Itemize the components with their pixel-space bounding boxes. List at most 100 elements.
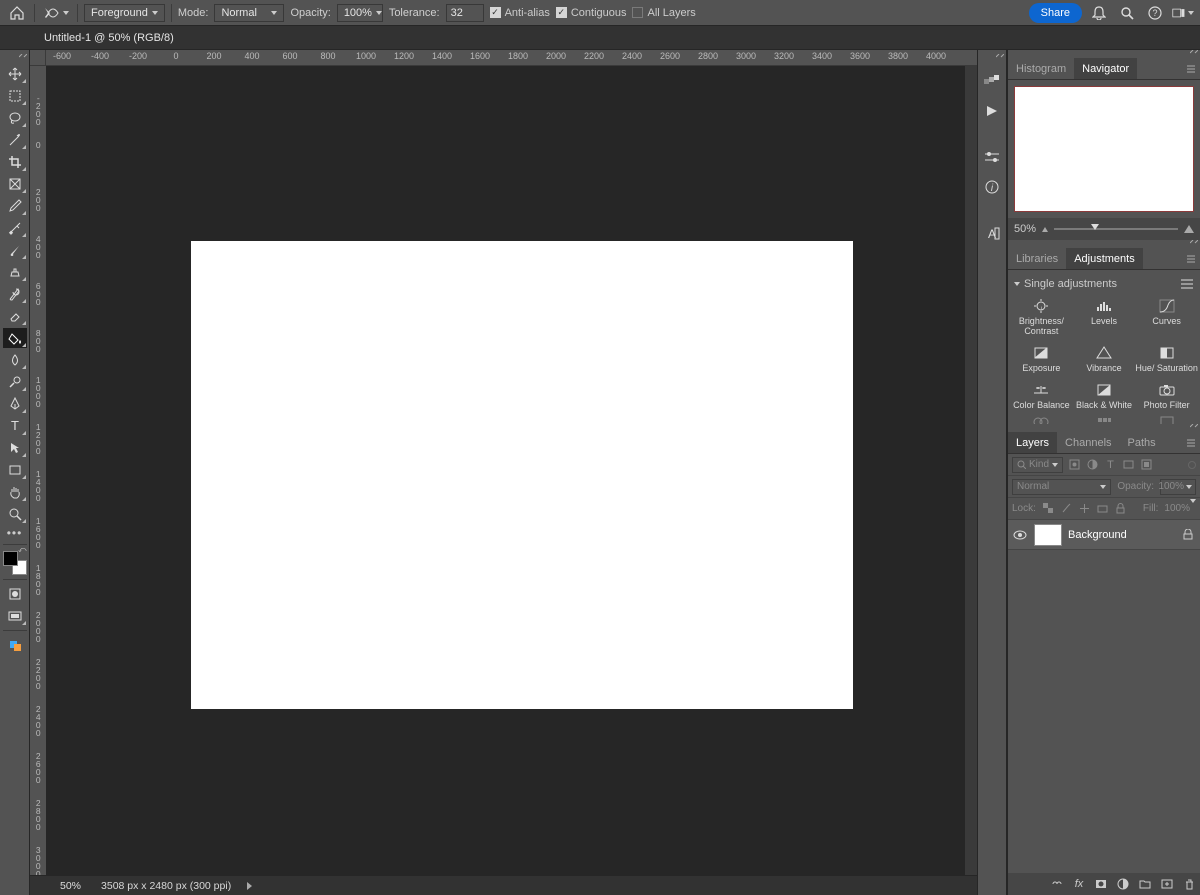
move-tool-icon[interactable]: [3, 64, 27, 84]
screen-mode-icon[interactable]: [3, 606, 27, 626]
frame-tool-icon[interactable]: [3, 174, 27, 194]
lock-position-icon[interactable]: [1078, 503, 1092, 514]
layer-mask-icon[interactable]: [1094, 877, 1108, 891]
all-layers-checkbox[interactable]: All Layers: [632, 7, 695, 19]
panel-menu-icon[interactable]: [1185, 438, 1197, 448]
swap-colors-icon[interactable]: ⤺: [18, 545, 27, 555]
contiguous-checkbox[interactable]: ✓ Contiguous: [556, 7, 627, 19]
history-brush-tool-icon[interactable]: [3, 284, 27, 304]
lock-transparency-icon[interactable]: [1042, 503, 1056, 514]
layer-filter-kind[interactable]: Kind: [1012, 457, 1063, 473]
panel-expand-icon[interactable]: [978, 54, 1006, 62]
adj-color-balance[interactable]: Color Balance: [1010, 383, 1073, 410]
antialias-checkbox[interactable]: ✓ Anti-alias: [490, 7, 550, 19]
fill-source-dropdown[interactable]: Foreground: [84, 4, 165, 22]
layer-opacity-input[interactable]: 100%: [1160, 479, 1196, 495]
panel-menu-icon[interactable]: [1185, 64, 1197, 74]
vertical-ruler[interactable]: - 2 0 002 0 04 0 06 0 08 0 01 0 0 01 2 0…: [30, 66, 46, 875]
opacity-input[interactable]: 100%: [337, 4, 383, 22]
layer-fx-icon[interactable]: fx: [1072, 877, 1086, 891]
edit-toolbar-icon[interactable]: •••: [3, 526, 27, 540]
tab-adjustments[interactable]: Adjustments: [1066, 248, 1143, 269]
quick-mask-icon[interactable]: [3, 584, 27, 604]
type-tool-icon[interactable]: T: [3, 416, 27, 436]
zoom-level[interactable]: 50%: [46, 880, 95, 892]
blend-mode-dropdown[interactable]: Normal: [214, 4, 284, 22]
zoom-slider[interactable]: [1054, 228, 1178, 230]
panel-menu-icon[interactable]: [1185, 254, 1197, 264]
rectangular-marquee-tool-icon[interactable]: [3, 86, 27, 106]
tab-paths[interactable]: Paths: [1120, 432, 1164, 453]
navigator-preview[interactable]: [1014, 86, 1194, 212]
zoom-out-icon[interactable]: [1042, 227, 1048, 232]
healing-brush-tool-icon[interactable]: [3, 218, 27, 238]
blend-mode-select[interactable]: Normal: [1012, 479, 1111, 495]
adj-black-white[interactable]: Black & White: [1073, 383, 1136, 410]
layers-empty-area[interactable]: [1008, 550, 1200, 873]
delete-layer-icon[interactable]: [1182, 877, 1196, 891]
lock-artboard-icon[interactable]: [1096, 503, 1110, 514]
link-layers-icon[interactable]: [1050, 877, 1064, 891]
paint-bucket-tool-icon[interactable]: [3, 328, 27, 348]
tolerance-input[interactable]: [446, 4, 484, 22]
eraser-tool-icon[interactable]: [3, 306, 27, 326]
visibility-eye-icon[interactable]: [1012, 530, 1028, 540]
adj-invert[interactable]: [1135, 416, 1198, 424]
document-tab[interactable]: Untitled-1 @ 50% (RGB/8): [30, 26, 188, 49]
filter-shape-icon[interactable]: [1121, 458, 1135, 472]
artboard[interactable]: [191, 241, 853, 709]
adj-color-lookup[interactable]: [1073, 416, 1136, 424]
new-layer-icon[interactable]: [1160, 877, 1174, 891]
zoom-in-icon[interactable]: [1184, 225, 1194, 233]
eyedropper-tool-icon[interactable]: [3, 196, 27, 216]
adj-brightness-contrast[interactable]: Brightness/ Contrast: [1010, 299, 1073, 336]
adj-levels[interactable]: Levels: [1073, 299, 1136, 336]
layer-fill-input[interactable]: 100%: [1164, 503, 1196, 514]
filter-toggle[interactable]: [1188, 461, 1196, 469]
new-adjustment-layer-icon[interactable]: [1116, 877, 1130, 891]
layer-lock-icon[interactable]: [1180, 529, 1196, 540]
adj-exposure[interactable]: Exposure: [1010, 346, 1073, 373]
canvas-area[interactable]: [46, 66, 965, 875]
chevron-down-icon[interactable]: [1014, 282, 1020, 286]
hand-tool-icon[interactable]: [3, 482, 27, 502]
tab-histogram[interactable]: Histogram: [1008, 58, 1074, 79]
adj-photo-filter[interactable]: Photo Filter: [1135, 383, 1198, 410]
help-icon[interactable]: ?: [1144, 2, 1166, 24]
panel-expand-icon[interactable]: [0, 54, 29, 62]
horizontal-ruler[interactable]: -600-400-2000200400600800100012001400160…: [30, 50, 977, 66]
new-group-icon[interactable]: [1138, 877, 1152, 891]
extras-tool-icon[interactable]: [3, 635, 27, 655]
adj-hue-saturation[interactable]: Hue/ Saturation: [1135, 346, 1198, 373]
tab-libraries[interactable]: Libraries: [1008, 248, 1066, 269]
status-menu-icon[interactable]: [247, 882, 252, 890]
character-panel-icon[interactable]: A: [979, 222, 1005, 244]
adj-vibrance[interactable]: Vibrance: [1073, 346, 1136, 373]
filter-type-icon[interactable]: T: [1103, 458, 1117, 472]
blur-tool-icon[interactable]: [3, 350, 27, 370]
adj-channel-mixer[interactable]: [1010, 416, 1073, 424]
color-panel-icon[interactable]: [979, 70, 1005, 92]
zoom-tool-icon[interactable]: [3, 504, 27, 524]
filter-pixel-icon[interactable]: [1067, 458, 1081, 472]
pen-tool-icon[interactable]: [3, 394, 27, 414]
tab-layers[interactable]: Layers: [1008, 432, 1057, 453]
path-selection-tool-icon[interactable]: [3, 438, 27, 458]
actions-panel-icon[interactable]: [979, 100, 1005, 122]
rectangle-shape-tool-icon[interactable]: [3, 460, 27, 480]
tab-channels[interactable]: Channels: [1057, 432, 1119, 453]
search-icon[interactable]: [1116, 2, 1138, 24]
color-swatches[interactable]: ⤺: [3, 551, 27, 575]
navigator-zoom-value[interactable]: 50%: [1014, 223, 1036, 235]
info-panel-icon[interactable]: i: [979, 176, 1005, 198]
layer-thumbnail[interactable]: [1034, 524, 1062, 546]
properties-panel-icon[interactable]: [979, 146, 1005, 168]
layer-row-background[interactable]: Background: [1008, 520, 1200, 550]
filter-smart-icon[interactable]: [1139, 458, 1153, 472]
vertical-scrollbar[interactable]: [965, 66, 977, 875]
home-icon[interactable]: [6, 2, 28, 24]
adj-curves[interactable]: Curves: [1135, 299, 1198, 336]
panel-expand-icon[interactable]: [1008, 424, 1200, 432]
brush-tool-icon[interactable]: [3, 240, 27, 260]
list-view-icon[interactable]: [1180, 278, 1194, 290]
